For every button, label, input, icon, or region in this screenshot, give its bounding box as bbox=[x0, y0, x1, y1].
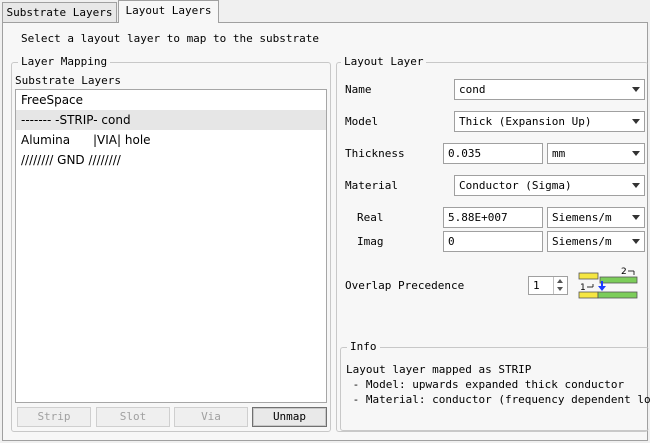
overlap-icon-label-bottom: 1 bbox=[580, 283, 586, 293]
imag-unit-value: Siemens/m bbox=[552, 235, 612, 248]
info-line-1: Layout layer mapped as STRIP bbox=[346, 363, 532, 376]
layer-mapping-group: Layer Mapping Substrate Layers FreeSpace… bbox=[11, 55, 331, 432]
slot-button[interactable]: Slot bbox=[96, 407, 170, 427]
imag-unit-select[interactable]: Siemens/m bbox=[547, 231, 645, 252]
real-unit-select[interactable]: Siemens/m bbox=[547, 207, 645, 228]
list-item[interactable]: Alumina |VIA| hole bbox=[16, 130, 326, 150]
unmap-button[interactable]: Unmap bbox=[252, 407, 327, 427]
model-value: Thick (Expansion Up) bbox=[459, 115, 592, 128]
thickness-label: Thickness bbox=[345, 147, 405, 160]
material-value: Conductor (Sigma) bbox=[459, 179, 572, 192]
name-select[interactable]: cond bbox=[454, 79, 645, 100]
overlap-icon-label-top: 2 bbox=[621, 267, 627, 277]
list-item[interactable]: FreeSpace bbox=[16, 90, 326, 110]
via-button[interactable]: Via bbox=[174, 407, 248, 427]
real-unit-value: Siemens/m bbox=[552, 211, 612, 224]
chevron-down-icon bbox=[632, 119, 640, 124]
overlap-precedence-icon: 2 1 bbox=[578, 267, 638, 299]
tab-panel-layout-layers: Select a layout layer to map to the subs… bbox=[2, 22, 650, 441]
chevron-down-icon bbox=[632, 151, 640, 156]
overlap-precedence-label: Overlap Precedence bbox=[345, 279, 465, 292]
spin-up-icon[interactable] bbox=[554, 277, 567, 285]
name-value: cond bbox=[459, 83, 486, 96]
list-item[interactable]: //////// GND //////// bbox=[16, 150, 326, 170]
thickness-unit-select[interactable]: mm bbox=[547, 143, 645, 164]
material-label: Material bbox=[345, 179, 398, 192]
tab-substrate-layers[interactable]: Substrate Layers bbox=[2, 2, 117, 22]
thickness-unit-value: mm bbox=[552, 147, 566, 160]
info-line-2: - Model: upwards expanded thick conducto… bbox=[346, 378, 625, 391]
real-input[interactable]: 5.88E+007 bbox=[443, 207, 543, 228]
info-line-3: - Material: conductor (frequency depende… bbox=[346, 393, 650, 406]
thickness-input[interactable]: 0.035 bbox=[443, 143, 543, 164]
imag-input[interactable]: 0 bbox=[443, 231, 543, 252]
chevron-down-icon bbox=[632, 239, 640, 244]
layout-layer-group: Layout Layer Name cond Model Thick (Expa… bbox=[336, 55, 650, 432]
info-group: Info Layout layer mapped as STRIP - Mode… bbox=[340, 340, 650, 431]
model-label: Model bbox=[345, 115, 379, 128]
strip-button[interactable]: Strip bbox=[17, 407, 91, 427]
layer-mapping-title: Layer Mapping bbox=[18, 55, 111, 68]
overlap-precedence-value: 1 bbox=[533, 279, 540, 292]
info-title: Info bbox=[347, 340, 380, 353]
spin-down-icon[interactable] bbox=[554, 285, 567, 293]
list-item[interactable]: ------- -STRIP- cond bbox=[16, 110, 326, 130]
overlap-precedence-spinner[interactable]: 1 bbox=[528, 276, 568, 295]
chevron-down-icon bbox=[632, 183, 640, 188]
chevron-down-icon bbox=[632, 87, 640, 92]
substrate-layers-label: Substrate Layers bbox=[15, 74, 121, 87]
layout-layer-title: Layout Layer bbox=[341, 55, 427, 68]
model-select[interactable]: Thick (Expansion Up) bbox=[454, 111, 645, 132]
real-label: Real bbox=[357, 211, 384, 224]
spin-buttons[interactable] bbox=[553, 277, 567, 294]
tab-layout-layers[interactable]: Layout Layers bbox=[118, 0, 219, 23]
chevron-down-icon bbox=[632, 215, 640, 220]
imag-label: Imag bbox=[357, 235, 384, 248]
instruction-text: Select a layout layer to map to the subs… bbox=[21, 32, 320, 45]
material-select[interactable]: Conductor (Sigma) bbox=[454, 175, 645, 196]
substrate-layers-list[interactable]: FreeSpace ------- -STRIP- cond Alumina |… bbox=[15, 89, 327, 403]
name-label: Name bbox=[345, 83, 372, 96]
